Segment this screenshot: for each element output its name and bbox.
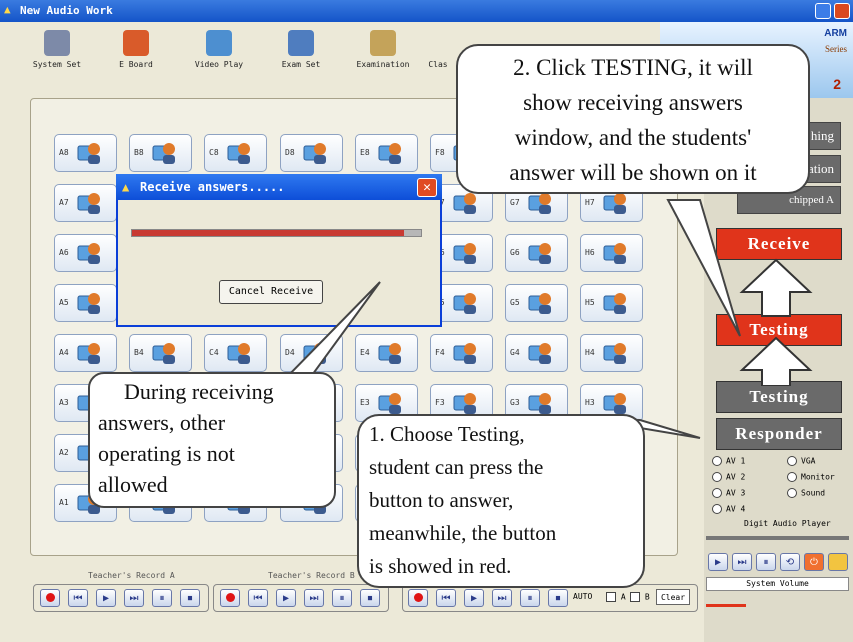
left-callout-pointer (279, 281, 381, 384)
callout-bottom: 1. Choose Testing, student can press the… (357, 414, 645, 588)
callout-left: During receiving answers, other operatin… (88, 372, 336, 508)
top-callout-pointer (666, 199, 741, 337)
callout-top-right: 2. Click TESTING, it will show receiving… (456, 44, 810, 194)
